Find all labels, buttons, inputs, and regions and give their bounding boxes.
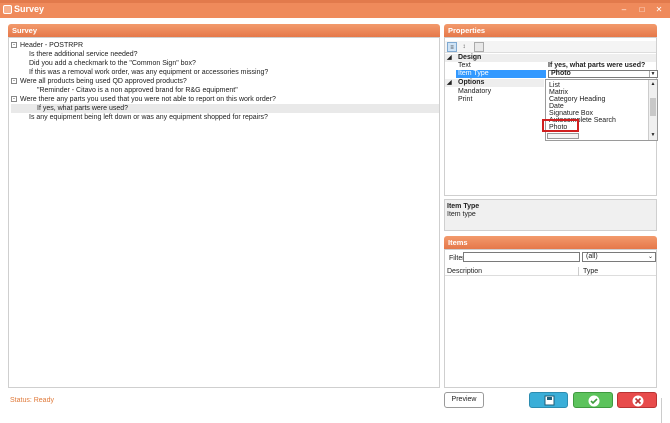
collapse-icon[interactable]: -: [11, 42, 17, 48]
text-property-label: Text: [458, 62, 471, 69]
properties-toolbar: ≡ ↕: [445, 41, 656, 53]
print-property-row[interactable]: Print: [445, 96, 544, 104]
dropdown-option[interactable]: Date: [549, 103, 564, 110]
save-button[interactable]: [529, 392, 568, 408]
dropdown-option[interactable]: List: [549, 82, 560, 89]
tree-item-label: If yes, what parts were used?: [37, 105, 129, 112]
filter-input[interactable]: [463, 252, 580, 262]
options-category-label: Options: [458, 79, 485, 86]
scroll-up-icon[interactable]: ▲: [650, 81, 656, 87]
tree-item-label: Is any equipment being left down or was …: [29, 114, 268, 121]
text-property-value[interactable]: If yes, what parts were used?: [548, 62, 645, 70]
options-category-row[interactable]: ◢ Options: [445, 79, 544, 87]
tree-item[interactable]: Did you add a checkmark to the "Common S…: [11, 59, 439, 68]
tree-item-label: "Reminder - Citavo is a non approved bra…: [37, 87, 238, 94]
properties-panel-title: Properties: [448, 26, 486, 35]
survey-tree[interactable]: - Header - POSTRPR Is there additional ser…: [11, 41, 439, 122]
text-property-row[interactable]: Text If yes, what parts were used?: [445, 62, 656, 70]
window-edge: [661, 398, 670, 423]
properties-panel-header: Properties: [444, 24, 657, 37]
survey-panel-title: Survey: [12, 26, 38, 35]
print-property-label: Print: [458, 96, 473, 103]
dropdown-resize-grip[interactable]: [547, 133, 579, 139]
tree-item-label: Were there any parts you used that you w…: [20, 96, 276, 103]
filter-select[interactable]: (all) ⌄: [582, 252, 656, 262]
alphabetical-icon[interactable]: ↕: [459, 42, 469, 52]
tree-item[interactable]: Is there additional service needed?: [11, 50, 439, 59]
tree-item[interactable]: - Were all products being used QD approve…: [11, 77, 439, 86]
scrollbar-thumb[interactable]: [650, 98, 656, 116]
title-bar: Survey – □ ✕: [0, 0, 670, 18]
item-type-property-row[interactable]: Item Type Photo ▼: [445, 70, 658, 78]
cancel-icon: [632, 395, 644, 407]
categorized-icon[interactable]: ≡: [447, 42, 457, 52]
description-text: Item type: [447, 211, 476, 218]
items-panel: Filter (all) ⌄ Description Type: [444, 249, 657, 388]
status-text: Status: Ready: [10, 397, 54, 404]
design-category-label: Design: [458, 54, 482, 61]
tree-item[interactable]: Is any equipment being left down or was …: [11, 113, 439, 122]
item-type-property-label: Item Type: [456, 70, 546, 78]
property-description-panel: Item Type Item type: [444, 199, 657, 231]
tree-item[interactable]: "Reminder - Citavo is a non approved bra…: [11, 86, 439, 95]
tree-item[interactable]: - Were there any parts you used that you …: [11, 95, 439, 104]
collapse-icon[interactable]: -: [11, 96, 17, 102]
collapse-icon[interactable]: ◢: [447, 79, 452, 87]
tree-item[interactable]: - Header - POSTRPR: [11, 41, 439, 50]
preview-button[interactable]: Preview: [444, 392, 484, 408]
survey-panel-header: Survey: [8, 24, 440, 37]
property-pages-icon[interactable]: [474, 42, 484, 52]
dropdown-option[interactable]: Category Heading: [549, 96, 605, 103]
col-description-header[interactable]: Description: [447, 268, 482, 275]
dropdown-scrollbar[interactable]: ▲ ▼: [648, 80, 657, 140]
item-type-value: Photo: [551, 70, 571, 77]
design-category-row[interactable]: ◢ Design: [445, 54, 656, 62]
chevron-down-icon[interactable]: ⌄: [648, 253, 653, 261]
items-panel-header: Items: [444, 236, 657, 249]
title-bar-top-strip: [0, 0, 670, 3]
close-icon[interactable]: ✕: [654, 5, 664, 14]
tree-item-label: Header - POSTRPR: [20, 42, 84, 49]
dropdown-option[interactable]: Signature Box: [549, 110, 593, 117]
collapse-icon[interactable]: ◢: [447, 54, 452, 62]
column-divider: [578, 267, 579, 276]
window-title: Survey: [14, 4, 45, 14]
maximize-icon[interactable]: □: [637, 5, 647, 14]
highlight-box: [542, 119, 579, 132]
mandatory-property-row[interactable]: Mandatory: [445, 88, 544, 96]
app-icon: [3, 5, 12, 14]
ok-button[interactable]: [573, 392, 613, 408]
save-icon: [544, 395, 555, 406]
tree-item-label: Is there additional service needed?: [29, 51, 138, 58]
col-type-header[interactable]: Type: [583, 268, 598, 275]
items-grid-header: Description Type: [445, 267, 656, 276]
cancel-button[interactable]: [617, 392, 657, 408]
description-title: Item Type: [447, 203, 480, 210]
tree-item[interactable]: If this was a removal work order, was an…: [11, 68, 439, 77]
mandatory-property-label: Mandatory: [458, 88, 492, 95]
collapse-icon[interactable]: -: [11, 78, 17, 84]
survey-window: Survey – □ ✕ Survey - Header - POSTRPR Is …: [0, 0, 670, 423]
check-icon: [588, 395, 600, 407]
filter-select-value: (all): [586, 253, 598, 260]
tree-item-label: Did you add a checkmark to the "Common S…: [29, 60, 196, 67]
scroll-down-icon[interactable]: ▼: [650, 132, 656, 138]
minimize-icon[interactable]: –: [619, 5, 629, 14]
chevron-down-icon[interactable]: ▼: [649, 71, 656, 77]
dropdown-option[interactable]: Matrix: [549, 89, 568, 96]
items-panel-title: Items: [448, 238, 468, 247]
tree-item-label: Were all products being used QD approved…: [20, 78, 187, 85]
item-type-dropdown[interactable]: Photo ▼: [548, 70, 658, 78]
tree-item-label: If this was a removal work order, was an…: [29, 69, 269, 76]
tree-item[interactable]: If yes, what parts were used?: [11, 104, 439, 113]
